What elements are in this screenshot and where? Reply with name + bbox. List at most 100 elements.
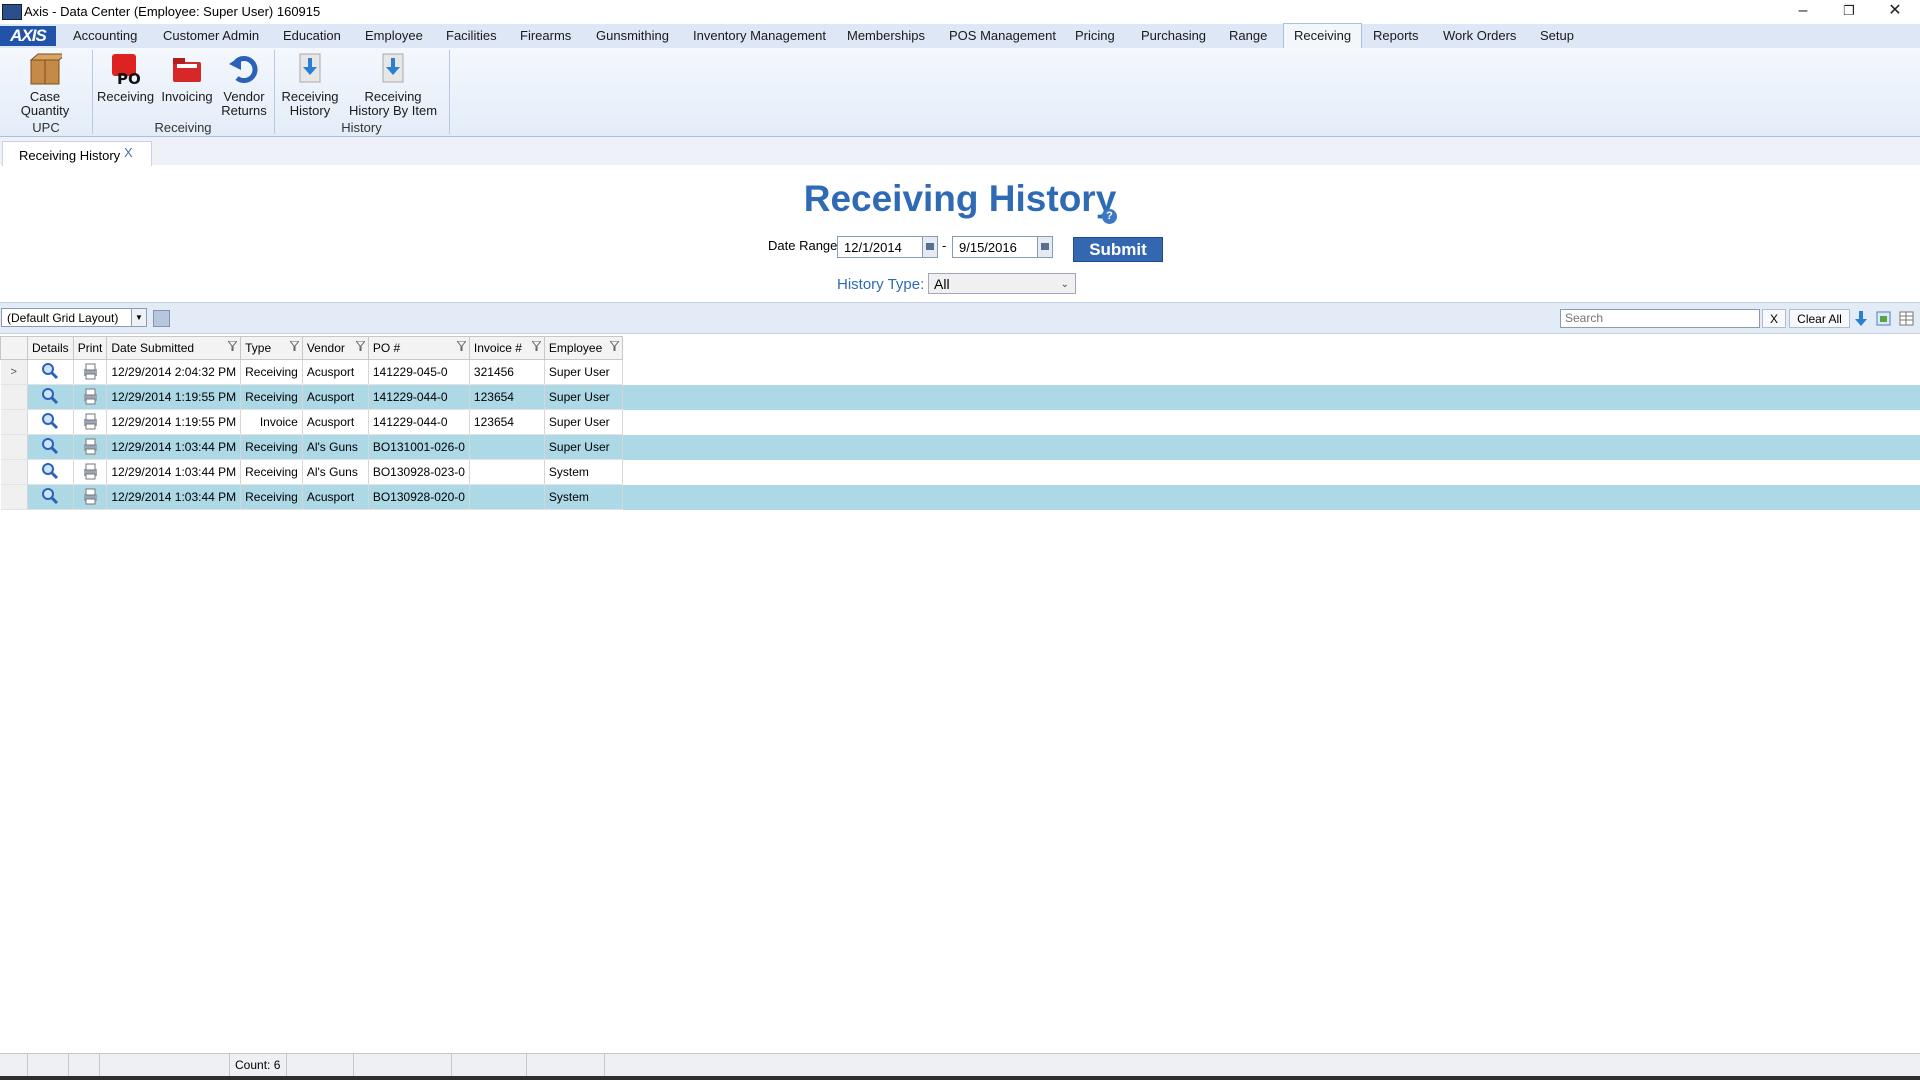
print-icon[interactable] [73, 384, 108, 410]
table-row[interactable]: 12/29/2014 1:03:44 PM Receiving Al's Gun… [0, 459, 623, 485]
row-selector[interactable] [0, 459, 28, 485]
menu-tab-firearms[interactable]: Firearms [520, 24, 571, 48]
filter-icon[interactable] [228, 341, 238, 351]
employee-cell: System [544, 459, 623, 485]
status-cell [99, 1054, 230, 1076]
print-icon[interactable] [73, 359, 108, 385]
clear-search-button[interactable]: X [1762, 309, 1786, 328]
menu-tab-work-orders[interactable]: Work Orders [1443, 24, 1516, 48]
date-from-field[interactable] [837, 236, 938, 258]
row-selector[interactable] [0, 409, 28, 435]
employee-cell: Super User [544, 434, 623, 460]
save-layout-icon[interactable] [153, 310, 170, 327]
history-type-value: All [934, 276, 950, 292]
table-row[interactable]: 12/29/2014 1:19:55 PM Invoice Acusport 1… [0, 409, 623, 435]
menu-tab-education[interactable]: Education [283, 24, 341, 48]
filter-icon[interactable] [531, 341, 541, 351]
details-magnifier-icon[interactable] [27, 459, 74, 485]
help-icon[interactable]: ? [1102, 209, 1117, 224]
column-header-po[interactable]: PO # [367, 336, 470, 360]
close-tab-icon[interactable]: X [124, 145, 133, 160]
menu-tab-customer-admin[interactable]: Customer Admin [163, 24, 259, 48]
column-header-print[interactable]: Print [72, 336, 108, 360]
column-header-invoice[interactable]: Invoice # [468, 336, 545, 360]
menu-tab-setup[interactable]: Setup [1540, 24, 1574, 48]
search-input[interactable] [1560, 309, 1760, 328]
menu-tab-receiving[interactable]: Receiving [1283, 23, 1363, 48]
row-highlight [605, 485, 1920, 510]
filter-icon[interactable] [456, 341, 466, 351]
receiving-history-button[interactable]: Receiving History [280, 52, 340, 118]
minimize-button[interactable]: – [1780, 0, 1826, 24]
history-type-select[interactable]: All ⌄ [928, 273, 1076, 294]
filter-icon[interactable] [289, 341, 299, 351]
receiving-history-by-item-button[interactable]: Receiving History By Item [345, 52, 441, 118]
menu-tab-pos-management[interactable]: POS Management [949, 24, 1056, 48]
column-header-employee[interactable]: Employee [543, 336, 623, 360]
date-to-input[interactable] [953, 237, 1049, 257]
menu-tab-employee[interactable]: Employee [365, 24, 423, 48]
date-from-input[interactable] [838, 237, 934, 257]
print-icon[interactable] [73, 484, 108, 510]
column-chooser-icon[interactable] [1898, 310, 1915, 327]
calendar-icon[interactable] [922, 237, 937, 257]
table-row[interactable]: 12/29/2014 1:03:44 PM Receiving Al's Gun… [0, 434, 623, 460]
restore-button[interactable]: ❐ [1826, 0, 1872, 24]
menu-bar: AXIS Accounting Customer Admin Education… [0, 23, 1920, 49]
receiving-ribbon-button[interactable]: PO Receiving [97, 52, 154, 104]
tab-receiving-history-label: Receiving History [19, 148, 121, 163]
status-cell [287, 1054, 354, 1076]
details-magnifier-icon[interactable] [27, 384, 74, 410]
case-quantity-button[interactable]: Case Quantity [4, 52, 86, 118]
date-submitted-cell: 12/29/2014 1:03:44 PM [106, 484, 242, 510]
column-header-vendor[interactable]: Vendor [301, 336, 369, 360]
details-magnifier-icon[interactable] [27, 434, 74, 460]
table-row[interactable]: 12/29/2014 1:03:44 PM Receiving Acusport… [0, 484, 623, 510]
pin-icon[interactable] [1852, 310, 1869, 327]
menu-tab-purchasing[interactable]: Purchasing [1141, 24, 1206, 48]
menu-tab-gunsmithing[interactable]: Gunsmithing [596, 24, 669, 48]
export-icon[interactable] [1875, 310, 1892, 327]
menu-tab-memberships[interactable]: Memberships [847, 24, 925, 48]
column-header-details[interactable]: Details [27, 336, 74, 360]
details-magnifier-icon[interactable] [27, 359, 74, 385]
menu-tab-facilities[interactable]: Facilities [446, 24, 497, 48]
print-icon[interactable] [73, 434, 108, 460]
tab-receiving-history[interactable]: Receiving History X [2, 141, 152, 166]
menu-tab-inventory-management[interactable]: Inventory Management [693, 24, 826, 48]
clear-all-button[interactable]: Clear All [1789, 309, 1850, 328]
details-magnifier-icon[interactable] [27, 409, 74, 435]
window-bottom-border [0, 1076, 1920, 1080]
row-selector[interactable] [0, 384, 28, 410]
vendor-cell: Al's Guns [302, 459, 369, 485]
print-icon[interactable] [73, 459, 108, 485]
table-row[interactable]: 12/29/2014 1:19:55 PM Receiving Acusport… [0, 384, 623, 410]
invoicing-button[interactable]: Invoicing [159, 52, 215, 104]
ribbon: Case Quantity UPC Conversion PO Receivin… [0, 48, 1920, 150]
date-separator: - [942, 238, 947, 253]
table-row[interactable]: > 12/29/2014 2:04:32 PM Receiving Acuspo… [0, 359, 623, 385]
column-header-date-submitted[interactable]: Date Submitted [106, 336, 242, 360]
chevron-down-icon[interactable]: ▼ [131, 309, 146, 326]
filter-icon[interactable] [609, 341, 619, 351]
row-selector[interactable] [0, 484, 28, 510]
filter-icon[interactable] [355, 341, 365, 351]
vendor-returns-button[interactable]: Vendor Returns [218, 52, 270, 118]
row-selector[interactable]: > [0, 359, 28, 385]
calendar-icon[interactable] [1037, 237, 1052, 257]
print-icon[interactable] [73, 409, 108, 435]
submit-button[interactable]: Submit [1073, 237, 1163, 262]
column-header-label: Type [245, 341, 272, 355]
grid-layout-select[interactable]: (Default Grid Layout) ▼ [1, 308, 147, 327]
menu-tab-range[interactable]: Range [1229, 24, 1267, 48]
menu-tab-accounting[interactable]: Accounting [73, 24, 137, 48]
menu-tab-reports[interactable]: Reports [1373, 24, 1419, 48]
close-window-button[interactable]: ✕ [1872, 0, 1918, 24]
date-to-field[interactable] [952, 236, 1053, 258]
menu-tab-pricing[interactable]: Pricing [1075, 24, 1115, 48]
date-submitted-cell: 12/29/2014 1:19:55 PM [106, 384, 242, 410]
details-magnifier-icon[interactable] [27, 484, 74, 510]
row-selector[interactable] [0, 434, 28, 460]
column-header-type[interactable]: Type [240, 336, 303, 360]
record-count: Count: 6 [229, 1054, 287, 1076]
